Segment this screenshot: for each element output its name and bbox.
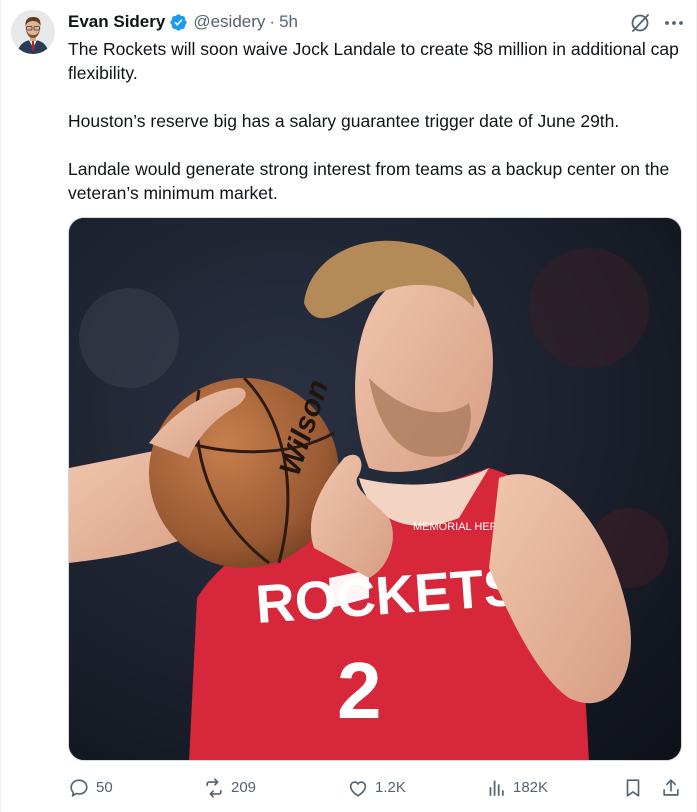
tweet-header: Evan Sidery @esidery · 5h xyxy=(68,11,298,33)
repost-button[interactable]: 209 xyxy=(203,776,256,800)
views-button[interactable]: 182K xyxy=(485,776,548,800)
jersey-number-text: 2 xyxy=(337,646,382,735)
tweet-text: The Rockets will soon waive Jock Landale… xyxy=(68,37,683,205)
tweet-paragraph: The Rockets will soon waive Jock Landale… xyxy=(68,39,679,83)
repost-count: 209 xyxy=(231,779,257,796)
share-icon xyxy=(663,779,679,796)
separator-dot: · xyxy=(269,12,276,31)
bookmark-icon xyxy=(626,779,640,797)
author-handle[interactable]: @esidery xyxy=(193,12,265,32)
reply-count: 50 xyxy=(96,779,113,796)
author-name[interactable]: Evan Sidery xyxy=(68,12,165,32)
tweet[interactable]: Evan Sidery @esidery · 5h The Rockets wi… xyxy=(0,0,697,812)
repost-icon xyxy=(206,778,222,798)
reply-icon xyxy=(70,779,88,797)
verified-badge-icon xyxy=(169,13,188,32)
bookmark-button[interactable] xyxy=(622,776,650,800)
tweet-paragraph: Houston’s reserve big has a salary guara… xyxy=(68,111,620,131)
views-icon xyxy=(489,780,504,796)
more-icon[interactable] xyxy=(661,11,687,35)
reply-button[interactable]: 50 xyxy=(68,776,113,800)
avatar[interactable] xyxy=(11,10,55,54)
timestamp[interactable]: 5h xyxy=(279,12,298,32)
grok-icon[interactable] xyxy=(628,11,652,35)
tweet-photo[interactable]: ROCKETS 2 MEMORIAL HERMANN Wilson xyxy=(68,217,682,761)
tweet-paragraph: Landale would generate strong interest f… xyxy=(68,159,670,203)
like-button[interactable]: 1.2K xyxy=(347,776,406,800)
share-button[interactable] xyxy=(660,776,688,800)
views-count: 182K xyxy=(513,779,549,796)
action-bar: 50 209 1.2K 182K xyxy=(68,776,687,800)
like-count: 1.2K xyxy=(375,779,406,796)
heart-icon xyxy=(349,781,367,797)
